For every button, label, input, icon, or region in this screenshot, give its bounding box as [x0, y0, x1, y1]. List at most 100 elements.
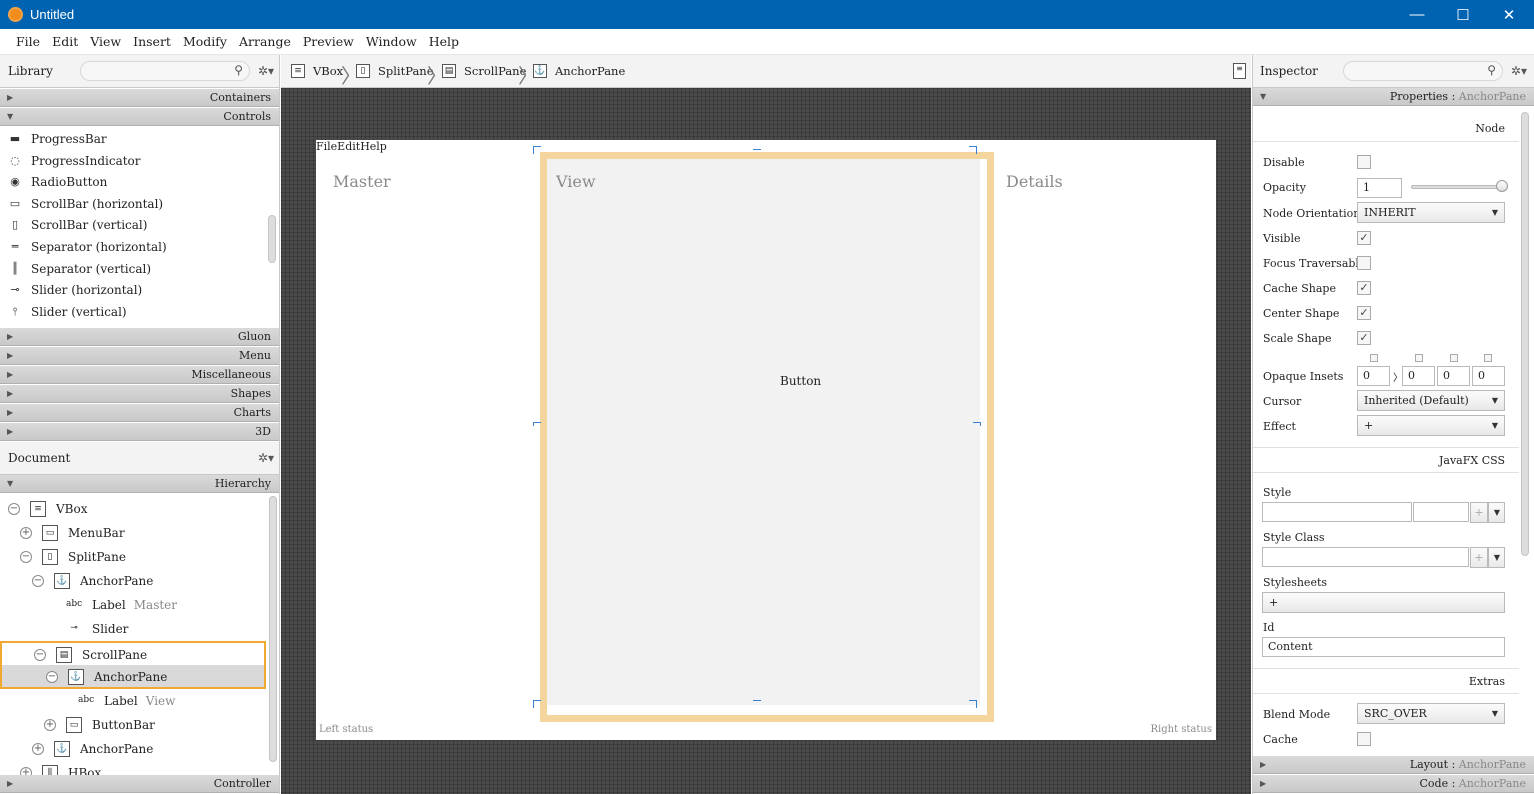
maximize-button[interactable]: ☐: [1440, 0, 1486, 29]
blend-mode-select[interactable]: SRC_OVER ▼: [1357, 703, 1505, 724]
inset-top-field[interactable]: 0: [1357, 366, 1390, 386]
id-field[interactable]: Content: [1262, 637, 1505, 657]
opacity-slider[interactable]: [1411, 180, 1508, 192]
tree-item[interactable]: ⊸ Slider: [0, 617, 266, 641]
menu-file[interactable]: File: [10, 34, 46, 49]
code-section[interactable]: ▶ Code : AnchorPane: [1253, 775, 1534, 793]
resize-handle[interactable]: [969, 700, 977, 708]
resize-handle[interactable]: [753, 146, 761, 150]
center-shape-checkbox[interactable]: ✓: [1357, 306, 1371, 320]
cache-checkbox[interactable]: [1357, 732, 1371, 746]
close-button[interactable]: ✕: [1486, 0, 1532, 29]
visible-checkbox[interactable]: ✓: [1357, 231, 1371, 245]
style-class-field[interactable]: [1262, 547, 1469, 567]
cache-shape-checkbox[interactable]: ✓: [1357, 281, 1371, 295]
breadcrumb-splitpane[interactable]: ▯ SplitPane: [356, 64, 434, 78]
resize-handle[interactable]: [973, 422, 981, 426]
resize-handle[interactable]: [533, 422, 541, 426]
style-value-field[interactable]: [1413, 502, 1469, 522]
breadcrumb-vbox[interactable]: ≡ VBox: [291, 64, 343, 78]
menu-edit[interactable]: Edit: [46, 34, 84, 49]
inset-right-field[interactable]: 0: [1402, 366, 1435, 386]
library-item[interactable]: ◌ ProgressIndicator: [0, 150, 140, 172]
tree-item[interactable]: − ⚓ AnchorPane: [0, 665, 266, 689]
tree-item[interactable]: + ▭ ButtonBar: [0, 713, 266, 737]
expand-icon[interactable]: +: [32, 743, 44, 755]
master-label[interactable]: Master: [333, 172, 391, 191]
hierarchy-section[interactable]: ▼ Hierarchy: [0, 475, 279, 493]
tree-item[interactable]: + ⚓ AnchorPane: [0, 737, 266, 761]
tree-item[interactable]: + ▭ MenuBar: [0, 521, 266, 545]
design-stage[interactable]: FileEditHelp Master View Button Details …: [316, 140, 1216, 740]
menu-arrange[interactable]: Arrange: [233, 34, 297, 49]
style-add-button[interactable]: +: [1470, 502, 1488, 523]
library-item[interactable]: ▯ ScrollBar (vertical): [0, 214, 148, 236]
document-icon[interactable]: ≡: [1233, 63, 1246, 79]
tree-item[interactable]: + ⫼ HBox: [0, 761, 266, 776]
library-section-controls[interactable]: ▼ Controls: [0, 108, 279, 126]
breadcrumb-scrollpane[interactable]: ▤ ScrollPane: [442, 64, 526, 78]
tree-item[interactable]: abc Label Master: [0, 593, 266, 617]
library-item[interactable]: ▭ ScrollBar (horizontal): [0, 193, 163, 215]
anchorpane-content[interactable]: View Button: [547, 159, 980, 705]
collapse-icon[interactable]: −: [34, 649, 46, 661]
stylesheets-add-button[interactable]: +: [1262, 592, 1505, 613]
style-class-menu-button[interactable]: ▼: [1488, 547, 1505, 568]
right-status-label[interactable]: Right status: [1151, 724, 1212, 735]
scrollpane-selection[interactable]: View Button: [540, 152, 994, 722]
library-section[interactable]: ▶ Shapes: [0, 385, 279, 403]
inset-link-checkbox[interactable]: [1415, 354, 1423, 362]
menu-preview[interactable]: Preview: [297, 34, 360, 49]
library-section-containers[interactable]: ▶ Containers: [0, 89, 279, 107]
tree-item[interactable]: − ▤ ScrollPane: [0, 641, 266, 665]
properties-section[interactable]: ▼ Properties : AnchorPane: [1253, 88, 1534, 106]
library-section[interactable]: ▶ 3D: [0, 423, 279, 441]
library-gear-icon[interactable]: ✲▾: [258, 64, 274, 78]
node-orientation-select[interactable]: INHERIT ▼: [1357, 202, 1505, 223]
inspector-search-input[interactable]: ⚲: [1343, 61, 1503, 81]
hierarchy-scrollbar[interactable]: [269, 496, 277, 762]
tree-item[interactable]: − ▯ SplitPane: [0, 545, 266, 569]
expand-icon[interactable]: +: [44, 719, 56, 731]
cursor-select[interactable]: Inherited (Default) ▼: [1357, 390, 1505, 411]
tree-item[interactable]: − ⚓ AnchorPane: [0, 569, 266, 593]
focus-traversable-checkbox[interactable]: [1357, 256, 1371, 270]
expand-icon[interactable]: +: [20, 527, 32, 539]
view-label[interactable]: View: [556, 172, 596, 191]
controller-section[interactable]: ▶ Controller: [0, 775, 279, 793]
inset-link-checkbox[interactable]: [1450, 354, 1458, 362]
resize-handle[interactable]: [533, 146, 541, 154]
document-gear-icon[interactable]: ✲▾: [258, 451, 274, 465]
left-status-label[interactable]: Left status: [319, 724, 373, 735]
effect-select[interactable]: + ▼: [1357, 415, 1505, 436]
tree-item[interactable]: abc Label View: [0, 689, 266, 713]
inset-left-field[interactable]: 0: [1472, 366, 1505, 386]
canvas-button[interactable]: Button: [780, 374, 821, 388]
minimize-button[interactable]: —: [1394, 0, 1440, 29]
library-section[interactable]: ▶ Gluon: [0, 328, 279, 346]
menu-view[interactable]: View: [84, 34, 127, 49]
opacity-field[interactable]: 1: [1357, 178, 1402, 198]
library-item[interactable]: ⫯ Slider (vertical): [0, 301, 127, 323]
menu-window[interactable]: Window: [360, 34, 423, 49]
library-scrollbar[interactable]: [268, 215, 276, 263]
library-item[interactable]: ◉ RadioButton: [0, 171, 107, 193]
breadcrumb-anchorpane[interactable]: ⚓ AnchorPane: [533, 64, 625, 78]
details-label[interactable]: Details: [1006, 172, 1063, 191]
menu-modify[interactable]: Modify: [177, 34, 233, 49]
style-property-field[interactable]: [1262, 502, 1412, 522]
library-item[interactable]: ▬ ProgressBar: [0, 128, 107, 150]
inset-link-checkbox[interactable]: [1484, 354, 1492, 362]
resize-handle[interactable]: [533, 700, 541, 708]
canvas-menubar[interactable]: FileEditHelp: [316, 140, 387, 153]
library-item[interactable]: ⊸ Slider (horizontal): [0, 279, 142, 301]
library-search-input[interactable]: ⚲: [80, 61, 250, 81]
collapse-icon[interactable]: −: [32, 575, 44, 587]
collapse-icon[interactable]: −: [46, 671, 58, 683]
collapse-icon[interactable]: −: [20, 551, 32, 563]
resize-handle[interactable]: [969, 146, 977, 154]
style-menu-button[interactable]: ▼: [1488, 502, 1505, 523]
library-section[interactable]: ▶ Charts: [0, 404, 279, 422]
collapse-icon[interactable]: −: [8, 503, 20, 515]
inset-link-checkbox[interactable]: [1370, 354, 1378, 362]
